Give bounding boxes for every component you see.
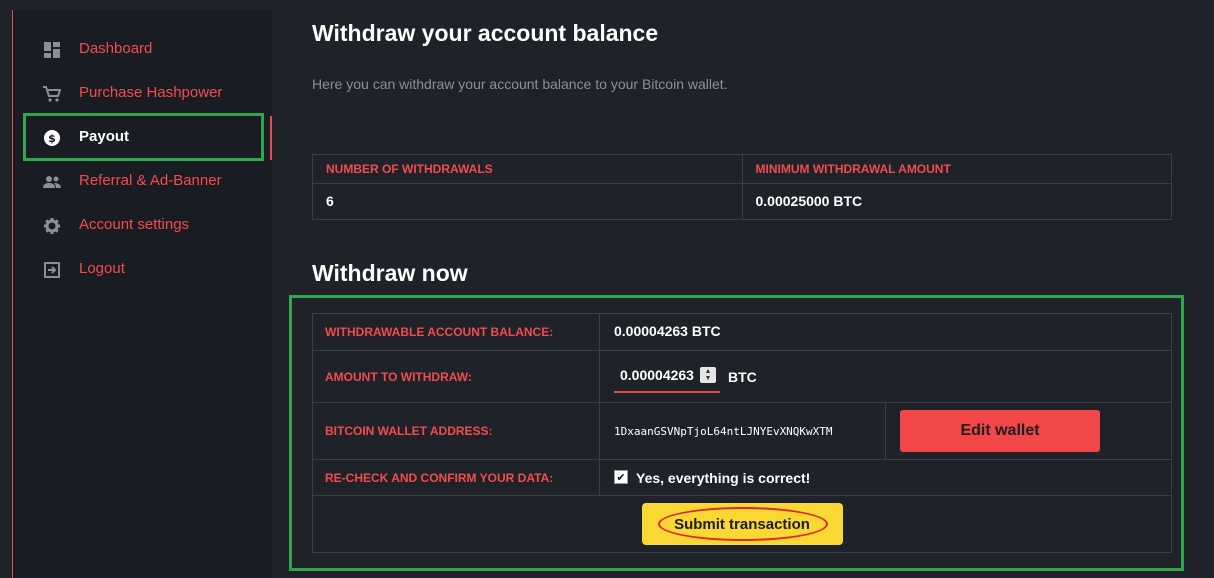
dashboard-icon	[43, 41, 61, 59]
sidebar-item-label: Referral & Ad-Banner	[79, 172, 222, 189]
logout-icon	[43, 261, 61, 279]
table-header-cell: NUMBER OF WITHDRAWALS	[312, 154, 743, 184]
sidebar-item-dashboard[interactable]: Dashboard	[13, 28, 271, 72]
withdrawals-count-header: NUMBER OF WITHDRAWALS	[326, 162, 493, 176]
table-cell: AMOUNT TO WITHDRAW:	[312, 350, 600, 403]
table-cell: Submit transaction	[312, 495, 1172, 553]
min-withdrawal-header: MINIMUM WITHDRAWAL AMOUNT	[755, 162, 951, 176]
people-icon	[43, 173, 61, 191]
payout-highlight-box	[23, 113, 264, 161]
edit-wallet-button[interactable]: Edit wallet	[900, 410, 1100, 452]
wallet-address: 1DxaanGSVNpTjoL64ntLJNYEvXNQKwXTM	[614, 425, 833, 438]
submit-button-label: Submit transaction	[674, 515, 810, 533]
withdrawals-count-value: 6	[326, 192, 334, 209]
table-cell: 0.00004263 ▲ ▼ BTC	[599, 350, 1172, 403]
sidebar-item-account-settings[interactable]: Account settings	[13, 204, 271, 248]
table-cell: 1DxaanGSVNpTjoL64ntLJNYEvXNQKwXTM	[599, 402, 886, 460]
active-indicator	[270, 116, 272, 160]
confirm-checkbox-label[interactable]: Yes, everything is correct!	[636, 469, 810, 485]
cart-icon	[43, 85, 61, 103]
sidebar-item-purchase-hashpower[interactable]: Purchase Hashpower	[13, 72, 271, 116]
sidebar-item-label: Purchase Hashpower	[79, 84, 223, 101]
gear-icon	[43, 217, 61, 235]
table-cell: 0.00004263 BTC	[599, 313, 1172, 351]
withdraw-form-table: WITHDRAWABLE ACCOUNT BALANCE: 0.00004263…	[312, 313, 1172, 553]
balance-label: WITHDRAWABLE ACCOUNT BALANCE:	[325, 325, 554, 339]
page-title: Withdraw your account balance	[312, 20, 659, 46]
sidebar-item-referral[interactable]: Referral & Ad-Banner	[13, 160, 271, 204]
table-cell: WITHDRAWABLE ACCOUNT BALANCE:	[312, 313, 600, 351]
table-cell: 0.00025000 BTC	[741, 183, 1172, 220]
table-cell: 6	[312, 183, 743, 220]
confirm-checkbox[interactable]: ✔	[614, 470, 628, 485]
sidebar-item-label: Logout	[79, 260, 125, 277]
sidebar-item-label: Account settings	[79, 216, 190, 233]
amount-input-value: 0.00004263	[620, 366, 694, 383]
table-cell: Edit wallet	[885, 402, 1172, 460]
submit-transaction-button[interactable]: Submit transaction	[641, 503, 843, 545]
amount-spinner[interactable]: ▲ ▼	[699, 366, 716, 383]
spin-up-icon: ▲	[704, 367, 712, 375]
table-cell: ✔ Yes, everything is correct!	[599, 459, 1172, 496]
amount-input[interactable]: 0.00004263 ▲ ▼	[614, 361, 720, 393]
amount-label: AMOUNT TO WITHDRAW:	[325, 369, 472, 384]
sidebar: Dashboard Purchase Hashpower $ Payout Re…	[12, 10, 272, 578]
spin-down-icon: ▼	[704, 374, 712, 382]
page-subtitle: Here you can withdraw your account balan…	[312, 76, 728, 92]
withdrawal-stats-table: NUMBER OF WITHDRAWALS MINIMUM WITHDRAWAL…	[312, 154, 1172, 220]
amount-unit: BTC	[727, 368, 757, 385]
balance-value: 0.00004263 BTC	[614, 323, 721, 339]
withdraw-now-title: Withdraw now	[312, 260, 468, 286]
table-cell: RE-CHECK AND CONFIRM YOUR DATA:	[312, 459, 600, 496]
confirm-label: RE-CHECK AND CONFIRM YOUR DATA:	[325, 470, 554, 485]
sidebar-item-logout[interactable]: Logout	[13, 248, 271, 292]
table-cell: BITCOIN WALLET ADDRESS:	[312, 402, 600, 460]
table-header-cell: MINIMUM WITHDRAWAL AMOUNT	[741, 154, 1172, 184]
min-withdrawal-value: 0.00025000 BTC	[755, 192, 863, 209]
wallet-label: BITCOIN WALLET ADDRESS:	[325, 424, 493, 438]
sidebar-item-label: Dashboard	[79, 40, 153, 57]
